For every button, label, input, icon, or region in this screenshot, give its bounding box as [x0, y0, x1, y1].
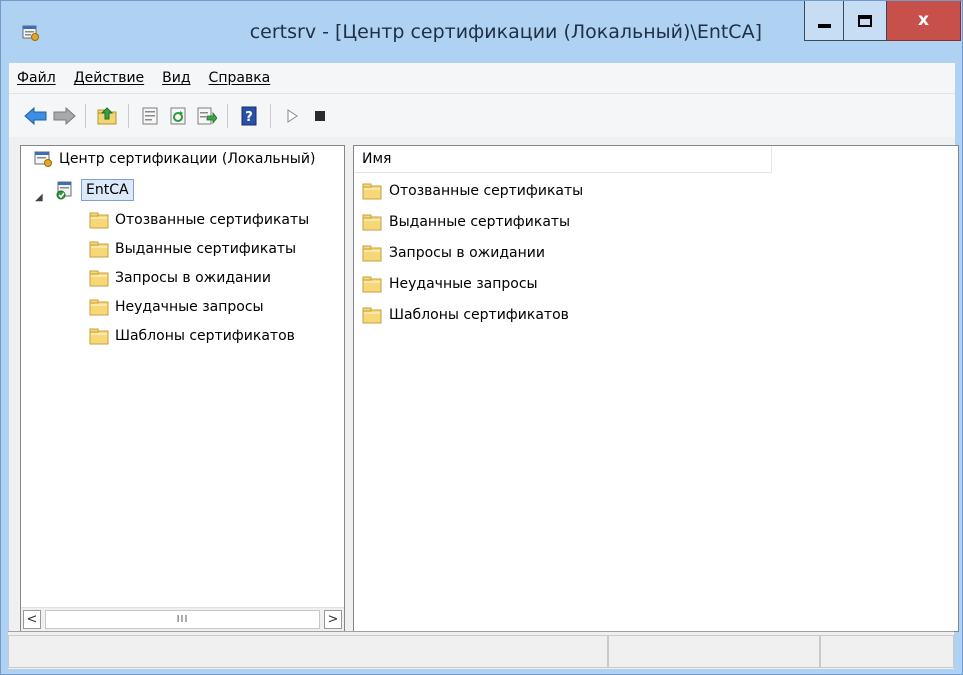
- list-item-label: Запросы в ожидании: [389, 245, 545, 261]
- certificate-authority-icon: [33, 149, 53, 169]
- list-item-label: Отозванные сертификаты: [389, 183, 584, 199]
- export-list-icon: [197, 107, 217, 124]
- folder-icon: [362, 181, 382, 201]
- forward-arrow-icon: [53, 106, 76, 125]
- list-item[interactable]: Запросы в ожидании: [362, 242, 545, 264]
- tree-node-entca[interactable]: EntCA: [55, 179, 134, 201]
- start-service-button[interactable]: [279, 103, 305, 129]
- refresh-icon: [170, 107, 186, 124]
- menu-help[interactable]: Справка: [209, 70, 271, 86]
- list-item[interactable]: Неудачные запросы: [362, 273, 538, 295]
- scroll-left-button[interactable]: <: [23, 610, 41, 629]
- close-icon: x: [918, 10, 929, 30]
- refresh-button[interactable]: [165, 103, 191, 129]
- tree-item-label: Шаблоны сертификатов: [115, 328, 295, 344]
- menu-view[interactable]: Вид: [162, 70, 190, 86]
- ca-server-icon: [55, 180, 75, 200]
- svg-text:?: ?: [245, 110, 253, 125]
- tree-item-label: Неудачные запросы: [115, 299, 264, 315]
- menu-action[interactable]: Действие: [74, 70, 144, 86]
- folder-icon: [362, 305, 382, 325]
- toolbar-separator: [227, 103, 228, 128]
- back-button[interactable]: [23, 103, 49, 129]
- stop-service-button[interactable]: [307, 103, 333, 129]
- up-level-button[interactable]: [94, 103, 120, 129]
- menu-file[interactable]: Файл: [17, 70, 56, 86]
- toolbar-separator: [85, 103, 86, 128]
- tree-item[interactable]: Выданные сертификаты: [89, 238, 296, 260]
- tree-item[interactable]: Шаблоны сертификатов: [89, 325, 295, 347]
- folder-icon: [89, 268, 109, 288]
- folder-icon: [89, 210, 109, 230]
- close-button[interactable]: x: [887, 1, 961, 41]
- tree-root-label: Центр сертификации (Локальный): [59, 151, 316, 167]
- maximize-icon: [858, 14, 872, 27]
- tree-item-label: Выданные сертификаты: [115, 241, 297, 257]
- minimize-icon: [817, 23, 831, 28]
- folder-icon: [89, 239, 109, 259]
- column-header-name[interactable]: Имя: [354, 146, 772, 173]
- forward-button[interactable]: [51, 103, 77, 129]
- properties-button[interactable]: [137, 103, 163, 129]
- window-title: certsrv - [Центр сертификации (Локальный…: [249, 21, 762, 43]
- folder-icon: [362, 274, 382, 294]
- folder-icon: [89, 326, 109, 346]
- toolbar: ?: [9, 93, 955, 137]
- start-service-icon: [287, 108, 298, 123]
- tree-node-entca-label: EntCA: [81, 179, 134, 201]
- back-arrow-icon: [24, 106, 47, 125]
- list-item[interactable]: Отозванные сертификаты: [362, 180, 583, 202]
- export-list-button[interactable]: [193, 103, 219, 129]
- menu-bar: Файл Действие Вид Справка: [9, 63, 955, 93]
- list-item[interactable]: Выданные сертификаты: [362, 211, 570, 233]
- list-item-label: Неудачные запросы: [389, 276, 538, 292]
- tree-root-node[interactable]: Центр сертификации (Локальный): [33, 148, 315, 170]
- tree-item[interactable]: Отозванные сертификаты: [89, 209, 309, 231]
- column-header-label: Имя: [362, 151, 392, 167]
- list-item-label: Шаблоны сертификатов: [389, 307, 569, 323]
- maximize-button[interactable]: [844, 1, 887, 41]
- tree-item[interactable]: Неудачные запросы: [89, 296, 264, 318]
- title-bar[interactable]: certsrv - [Центр сертификации (Локальный…: [1, 1, 962, 63]
- status-pane-tertiary: [820, 635, 954, 668]
- scroll-thumb[interactable]: III: [45, 610, 320, 629]
- folder-icon: [89, 297, 109, 317]
- status-pane-secondary: [608, 635, 820, 668]
- expand-collapse-icon[interactable]: ◢: [35, 192, 43, 203]
- tree-horizontal-scrollbar[interactable]: < III >: [21, 607, 344, 631]
- properties-icon: [142, 107, 158, 124]
- help-button[interactable]: ?: [236, 103, 262, 129]
- tree-item-label: Запросы в ожидании: [115, 270, 271, 286]
- tree-item-label: Отозванные сертификаты: [115, 212, 310, 228]
- folder-icon: [362, 243, 382, 263]
- stop-service-icon: [315, 110, 325, 121]
- scroll-right-button[interactable]: >: [324, 610, 342, 629]
- up-folder-icon: [97, 106, 117, 124]
- help-icon: ?: [241, 106, 257, 125]
- status-bar: [8, 631, 954, 669]
- results-pane[interactable]: Имя Отозванные сертификаты Выданные серт…: [353, 145, 959, 632]
- folder-icon: [362, 212, 382, 232]
- list-item[interactable]: Шаблоны сертификатов: [362, 304, 569, 326]
- toolbar-separator: [270, 103, 271, 128]
- minimize-button[interactable]: [804, 1, 844, 41]
- toolbar-separator: [128, 103, 129, 128]
- list-item-label: Выданные сертификаты: [389, 214, 571, 230]
- console-tree[interactable]: Центр сертификации (Локальный) ◢ EntCA О…: [20, 145, 345, 632]
- tree-item[interactable]: Запросы в ожидании: [89, 267, 271, 289]
- status-pane-main: [8, 635, 608, 668]
